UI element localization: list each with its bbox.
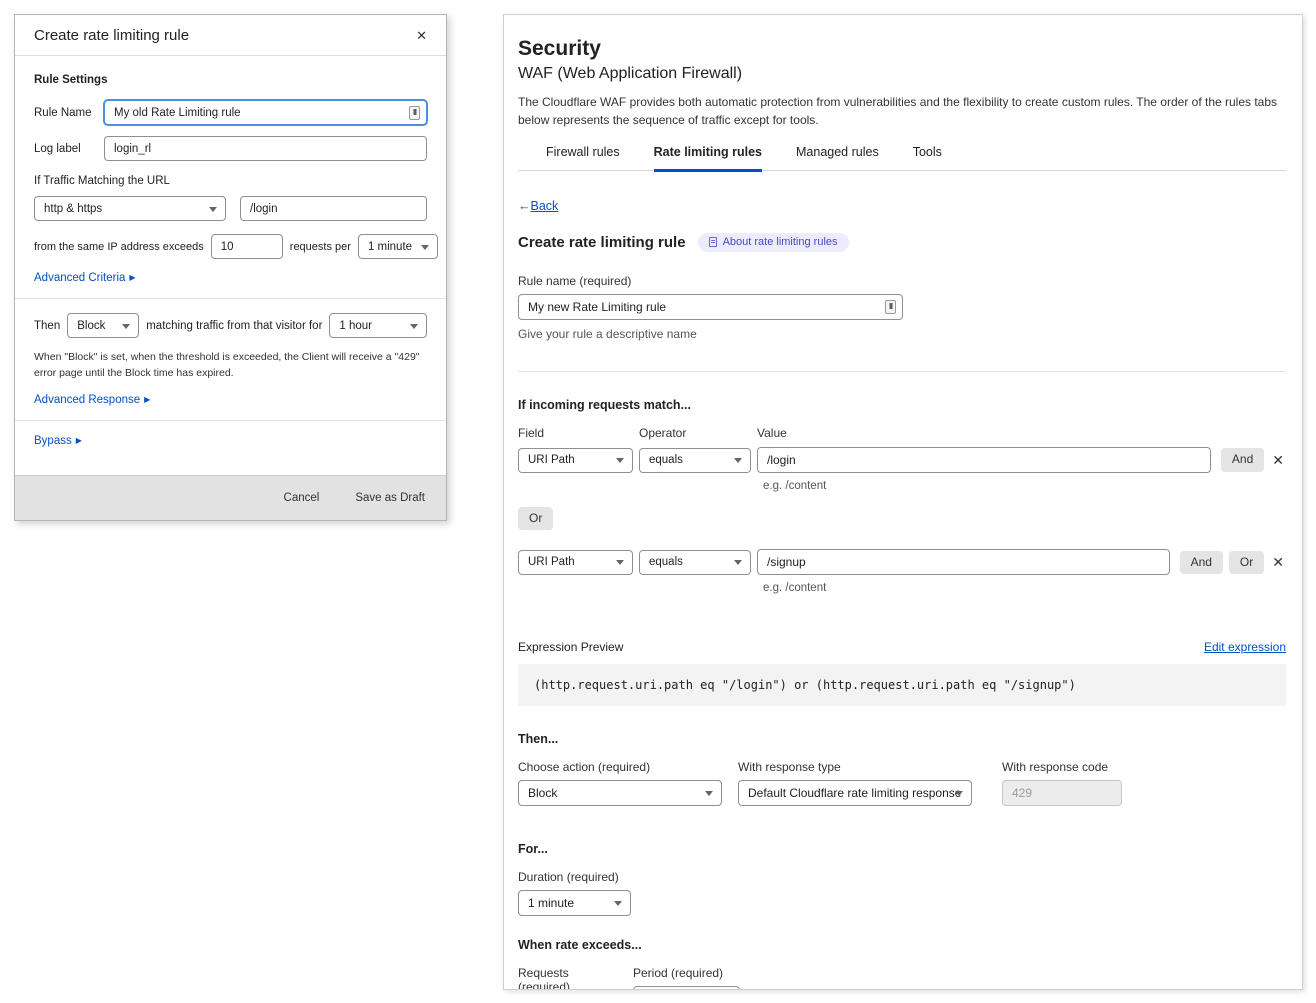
- response-code-label: With response code: [1002, 760, 1122, 774]
- and-button[interactable]: And: [1221, 448, 1264, 471]
- field-select[interactable]: URI Path: [518, 550, 633, 575]
- dialog-footer: Cancel Save as Draft: [15, 475, 446, 520]
- form-title: Create rate limiting rule: [518, 234, 686, 251]
- requests-per-label: requests per: [290, 241, 351, 253]
- rule-name-input[interactable]: [104, 100, 427, 125]
- value-helper: e.g. /content: [763, 582, 1286, 594]
- exceeds-label: from the same IP address exceeds: [34, 241, 204, 253]
- expression-preview: (http.request.uri.path eq "/login") or (…: [518, 664, 1286, 706]
- scheme-select[interactable]: http & https: [34, 196, 226, 221]
- requests-label: Requests (required): [518, 966, 621, 990]
- rule-name-helper: Give your rule a descriptive name: [518, 327, 1286, 341]
- remove-condition-icon[interactable]: ✕: [1270, 452, 1286, 469]
- value-label: Value: [757, 426, 787, 440]
- condition-labels: Field Operator Value: [518, 426, 1286, 440]
- waf-tabs: Firewall rules Rate limiting rules Manag…: [518, 145, 1286, 171]
- or-button[interactable]: Or: [1229, 551, 1264, 574]
- advanced-response-link[interactable]: Advanced Response▶: [34, 394, 150, 406]
- rate-exceeds-heading: When rate exceeds...: [518, 938, 1286, 952]
- incoming-requests-heading: If incoming requests match...: [518, 398, 1286, 412]
- rule-name-label: Rule Name: [34, 107, 104, 119]
- rule-name-input[interactable]: [518, 294, 903, 320]
- condition-row-2: URI Path equals And Or ✕: [518, 549, 1286, 575]
- field-select[interactable]: URI Path: [518, 448, 633, 473]
- duration-label: Duration (required): [518, 870, 1286, 884]
- then-label: Then: [34, 320, 60, 332]
- rule-name-row: Rule Name: [34, 100, 427, 125]
- back-link[interactable]: ←Back: [518, 199, 558, 213]
- action-select[interactable]: Block: [67, 313, 139, 338]
- page-description: The Cloudflare WAF provides both automat…: [518, 93, 1294, 129]
- rule-settings-heading: Rule Settings: [34, 74, 427, 86]
- tab-rate-limiting-rules[interactable]: Rate limiting rules: [654, 145, 762, 172]
- value-input[interactable]: [757, 549, 1170, 575]
- scheme-url-row: http & https: [34, 196, 427, 221]
- divider: [15, 420, 446, 421]
- requests-count-input[interactable]: [211, 234, 283, 259]
- action-select[interactable]: Block: [518, 780, 722, 806]
- value-input[interactable]: [757, 447, 1211, 473]
- autofill-icon[interactable]: [409, 106, 420, 120]
- or-button[interactable]: Or: [518, 507, 553, 530]
- operator-select[interactable]: equals: [639, 448, 751, 473]
- for-heading: For...: [518, 842, 1286, 856]
- log-label-label: Log label: [34, 143, 104, 155]
- remove-condition-icon[interactable]: ✕: [1270, 554, 1286, 571]
- chevron-right-icon: ▶: [129, 273, 135, 282]
- choose-action-label: Choose action (required): [518, 760, 722, 774]
- security-waf-panel: Security WAF (Web Application Firewall) …: [503, 14, 1303, 990]
- dialog-body: Rule Settings Rule Name Log label If Tra…: [15, 56, 446, 465]
- about-rate-limiting-badge[interactable]: About rate limiting rules: [698, 233, 849, 252]
- period-select[interactable]: 1 minute: [633, 986, 740, 990]
- divider: [518, 371, 1286, 372]
- doc-icon: [709, 237, 717, 247]
- cancel-button[interactable]: Cancel: [284, 492, 320, 504]
- operator-label: Operator: [639, 426, 757, 440]
- page-title: Security: [518, 37, 1286, 61]
- threshold-row: from the same IP address exceeds request…: [34, 234, 427, 259]
- edit-expression-link[interactable]: Edit expression: [1204, 640, 1286, 654]
- create-rate-limiting-rule-dialog: Create rate limiting rule ✕ Rule Setting…: [14, 14, 447, 521]
- operator-select[interactable]: equals: [639, 550, 751, 575]
- back-arrow-icon: ←: [518, 199, 531, 213]
- tab-firewall-rules[interactable]: Firewall rules: [546, 145, 620, 172]
- page-subtitle: WAF (Web Application Firewall): [518, 65, 1286, 83]
- matching-label: matching traffic from that visitor for: [146, 320, 322, 332]
- dialog-header: Create rate limiting rule ✕: [15, 15, 446, 56]
- field-label: Field: [518, 426, 639, 440]
- log-label-input[interactable]: [104, 136, 427, 161]
- expression-preview-label: Expression Preview: [518, 640, 623, 654]
- bypass-link[interactable]: Bypass▶: [34, 435, 82, 447]
- dialog-title: Create rate limiting rule: [34, 27, 189, 44]
- tab-tools[interactable]: Tools: [913, 145, 942, 172]
- response-type-select[interactable]: Default Cloudflare rate limiting respons…: [738, 780, 972, 806]
- and-button[interactable]: And: [1180, 551, 1223, 574]
- block-duration-select[interactable]: 1 hour: [329, 313, 427, 338]
- condition-row-1: URI Path equals And ✕: [518, 447, 1286, 473]
- value-helper: e.g. /content: [763, 480, 1286, 492]
- tab-managed-rules[interactable]: Managed rules: [796, 145, 879, 172]
- advanced-criteria-link[interactable]: Advanced Criteria▶: [34, 272, 136, 284]
- divider: [15, 298, 446, 299]
- then-row: Then Block matching traffic from that vi…: [34, 313, 427, 338]
- url-input[interactable]: [240, 196, 427, 221]
- chevron-right-icon: ▶: [76, 436, 82, 445]
- period-label: Period (required): [633, 966, 740, 980]
- period-select[interactable]: 1 minute: [358, 234, 438, 259]
- traffic-matching-heading: If Traffic Matching the URL: [34, 175, 427, 187]
- close-icon[interactable]: ✕: [416, 28, 427, 44]
- autofill-icon[interactable]: [885, 300, 896, 314]
- log-label-row: Log label: [34, 136, 427, 161]
- chevron-right-icon: ▶: [144, 395, 150, 404]
- response-code-input: [1002, 780, 1122, 806]
- duration-select[interactable]: 1 minute: [518, 890, 631, 916]
- then-heading: Then...: [518, 732, 1286, 746]
- response-type-label: With response type: [738, 760, 972, 774]
- save-as-draft-button[interactable]: Save as Draft: [355, 492, 425, 504]
- rule-name-label: Rule name (required): [518, 274, 1286, 288]
- block-help-text: When "Block" is set, when the threshold …: [34, 349, 427, 382]
